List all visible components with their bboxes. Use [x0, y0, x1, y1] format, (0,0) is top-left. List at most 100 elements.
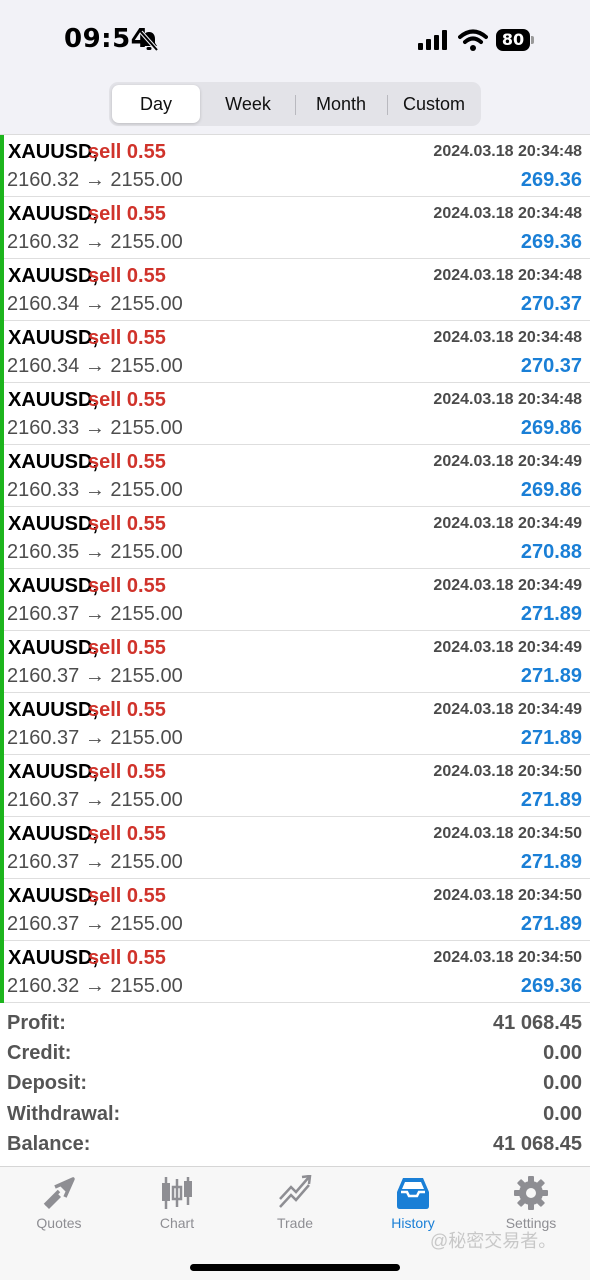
- summary-row: Balance: 41 068.45: [0, 1129, 590, 1159]
- deal-prices: 2160.33 → 2155.00: [7, 479, 183, 501]
- deal-prices: 2160.37 → 2155.00: [7, 665, 183, 687]
- watermark-text: @秘密交易者。: [430, 1231, 557, 1251]
- period-toolbar: Day Week Month Custom: [0, 78, 590, 134]
- deal-time: 2024.03.18 20:34:50: [433, 763, 582, 780]
- deal-row[interactable]: XAUUSD, sell 0.55 2160.33 → 2155.00 2024.03…: [0, 383, 590, 445]
- deal-action: sell 0.55: [88, 141, 166, 163]
- deal-row[interactable]: XAUUSD, sell 0.55 2160.37 → 2155.00 2024.03…: [0, 693, 590, 755]
- deal-symbol: XAUUSD,: [8, 389, 99, 411]
- deal-prices: 2160.33 → 2155.00: [7, 417, 183, 439]
- deal-time: 2024.03.18 20:34:48: [433, 329, 582, 346]
- tab-quotes[interactable]: Quotes: [0, 1167, 118, 1237]
- deal-time: 2024.03.18 20:34:48: [433, 205, 582, 222]
- deal-profit: 270.37: [520, 355, 582, 377]
- deal-profit: 271.89: [520, 851, 582, 873]
- battery-cap: [531, 36, 534, 44]
- summary-label: Balance:: [7, 1132, 91, 1155]
- deal-profit: 269.36: [520, 975, 582, 997]
- deal-row[interactable]: XAUUSD, sell 0.55 2160.34 → 2155.00 2024.03…: [0, 259, 590, 321]
- deal-symbol: XAUUSD,: [8, 451, 99, 473]
- deal-row[interactable]: XAUUSD, sell 0.55 2160.34 → 2155.00 2024.03…: [0, 321, 590, 383]
- summary-value: 41 068.45: [493, 1012, 582, 1034]
- deal-profit: 270.37: [520, 293, 582, 315]
- tab-chart[interactable]: Chart: [118, 1167, 236, 1237]
- deal-direction-bar: [0, 569, 4, 631]
- deal-time: 2024.03.18 20:34:49: [433, 639, 582, 656]
- history-icon: [397, 1178, 429, 1209]
- deal-action: sell 0.55: [88, 637, 166, 659]
- tab-trade[interactable]: Trade: [236, 1167, 354, 1237]
- deal-row[interactable]: XAUUSD, sell 0.55 2160.32 → 2155.00 2024.03…: [0, 135, 590, 197]
- deal-prices: 2160.35 → 2155.00: [7, 541, 183, 563]
- chart-icon: [162, 1177, 192, 1209]
- deal-prices: 2160.34 → 2155.00: [7, 293, 183, 315]
- bottom-tab-bar: Quotes Chart Trade History Settings @秘密交…: [0, 1166, 590, 1280]
- deal-direction-bar: [0, 693, 4, 755]
- summary-label: Withdrawal:: [7, 1102, 121, 1125]
- deal-symbol: XAUUSD,: [8, 575, 99, 597]
- summary-row: Profit: 41 068.45: [0, 1008, 590, 1038]
- summary-label: Deposit:: [7, 1072, 87, 1095]
- deal-symbol: XAUUSD,: [8, 761, 99, 783]
- account-summary: Profit: 41 068.45 Credit: 0.00 Deposit: 0.00 W…: [0, 1008, 590, 1166]
- deal-prices: 2160.37 → 2155.00: [7, 603, 183, 625]
- home-indicator[interactable]: [190, 1264, 400, 1271]
- deal-row[interactable]: XAUUSD, sell 0.55 2160.32 → 2155.00 2024.03…: [0, 197, 590, 259]
- deal-prices: 2160.32 → 2155.00: [7, 231, 183, 253]
- deal-row[interactable]: XAUUSD, sell 0.55 2160.37 → 2155.00 2024.03…: [0, 879, 590, 941]
- deal-symbol: XAUUSD,: [8, 699, 99, 721]
- deal-profit: 269.86: [520, 417, 582, 439]
- deal-symbol: XAUUSD,: [8, 265, 99, 287]
- deal-row[interactable]: XAUUSD, sell 0.55 2160.37 → 2155.00 2024.03…: [0, 755, 590, 817]
- deal-row[interactable]: XAUUSD, sell 0.55 2160.37 → 2155.00 2024.03…: [0, 631, 590, 693]
- summary-row: Withdrawal: 0.00: [0, 1099, 590, 1129]
- tab-month[interactable]: Month: [296, 85, 386, 123]
- deal-row[interactable]: XAUUSD, sell 0.55 2160.37 → 2155.00 2024.03…: [0, 817, 590, 879]
- deal-direction-bar: [0, 383, 4, 445]
- summary-row: Credit: 0.00: [0, 1038, 590, 1068]
- deal-time: 2024.03.18 20:34:49: [433, 453, 582, 470]
- deal-prices: 2160.37 → 2155.00: [7, 727, 183, 749]
- deal-action: sell 0.55: [88, 575, 166, 597]
- deal-action: sell 0.55: [88, 513, 166, 535]
- tab-week[interactable]: Week: [204, 85, 292, 123]
- deal-profit: 269.36: [520, 169, 582, 191]
- deal-time: 2024.03.18 20:34:48: [433, 143, 582, 160]
- deal-time: 2024.03.18 20:34:50: [433, 887, 582, 904]
- tab-day[interactable]: Day: [112, 85, 200, 123]
- deal-symbol: XAUUSD,: [8, 885, 99, 907]
- deal-time: 2024.03.18 20:34:50: [433, 825, 582, 842]
- deal-profit: 271.89: [520, 665, 582, 687]
- deal-row[interactable]: XAUUSD, sell 0.55 2160.33 → 2155.00 2024.03…: [0, 445, 590, 507]
- summary-label: Credit:: [7, 1042, 72, 1065]
- deals-list: XAUUSD, sell 0.55 2160.32 → 2155.00 2024.03…: [0, 134, 590, 1003]
- deal-direction-bar: [0, 817, 4, 879]
- tab-custom[interactable]: Custom: [388, 85, 480, 123]
- deal-row[interactable]: XAUUSD, sell 0.55 2160.35 → 2155.00 2024.03…: [0, 507, 590, 569]
- deal-action: sell 0.55: [88, 761, 166, 783]
- deal-time: 2024.03.18 20:34:50: [433, 949, 582, 966]
- deal-action: sell 0.55: [88, 823, 166, 845]
- deal-action: sell 0.55: [88, 265, 166, 287]
- deal-symbol: XAUUSD,: [8, 203, 99, 225]
- tab-chart-label: Chart: [159, 1215, 195, 1231]
- deal-action: sell 0.55: [88, 885, 166, 907]
- battery-indicator: 80: [496, 29, 534, 51]
- deal-profit: 269.36: [520, 231, 582, 253]
- deal-prices: 2160.37 → 2155.00: [7, 851, 183, 873]
- deal-direction-bar: [0, 321, 4, 383]
- quotes-icon: [43, 1177, 75, 1209]
- deal-symbol: XAUUSD,: [8, 823, 99, 845]
- status-bar: 09:54 80: [0, 0, 590, 78]
- deal-profit: 269.86: [520, 479, 582, 501]
- deal-row[interactable]: XAUUSD, sell 0.55 2160.37 → 2155.00 2024.03…: [0, 569, 590, 631]
- deal-symbol: XAUUSD,: [8, 141, 99, 163]
- deal-profit: 270.88: [520, 541, 582, 563]
- deal-action: sell 0.55: [88, 451, 166, 473]
- deal-profit: 271.89: [520, 913, 582, 935]
- deal-time: 2024.03.18 20:34:48: [433, 267, 582, 284]
- summary-value: 0.00: [543, 1102, 582, 1125]
- deal-row[interactable]: XAUUSD, sell 0.55 2160.32 → 2155.00 2024.03…: [0, 941, 590, 1003]
- period-segmented-control: Day Week Month Custom: [109, 82, 481, 126]
- deal-action: sell 0.55: [88, 947, 166, 969]
